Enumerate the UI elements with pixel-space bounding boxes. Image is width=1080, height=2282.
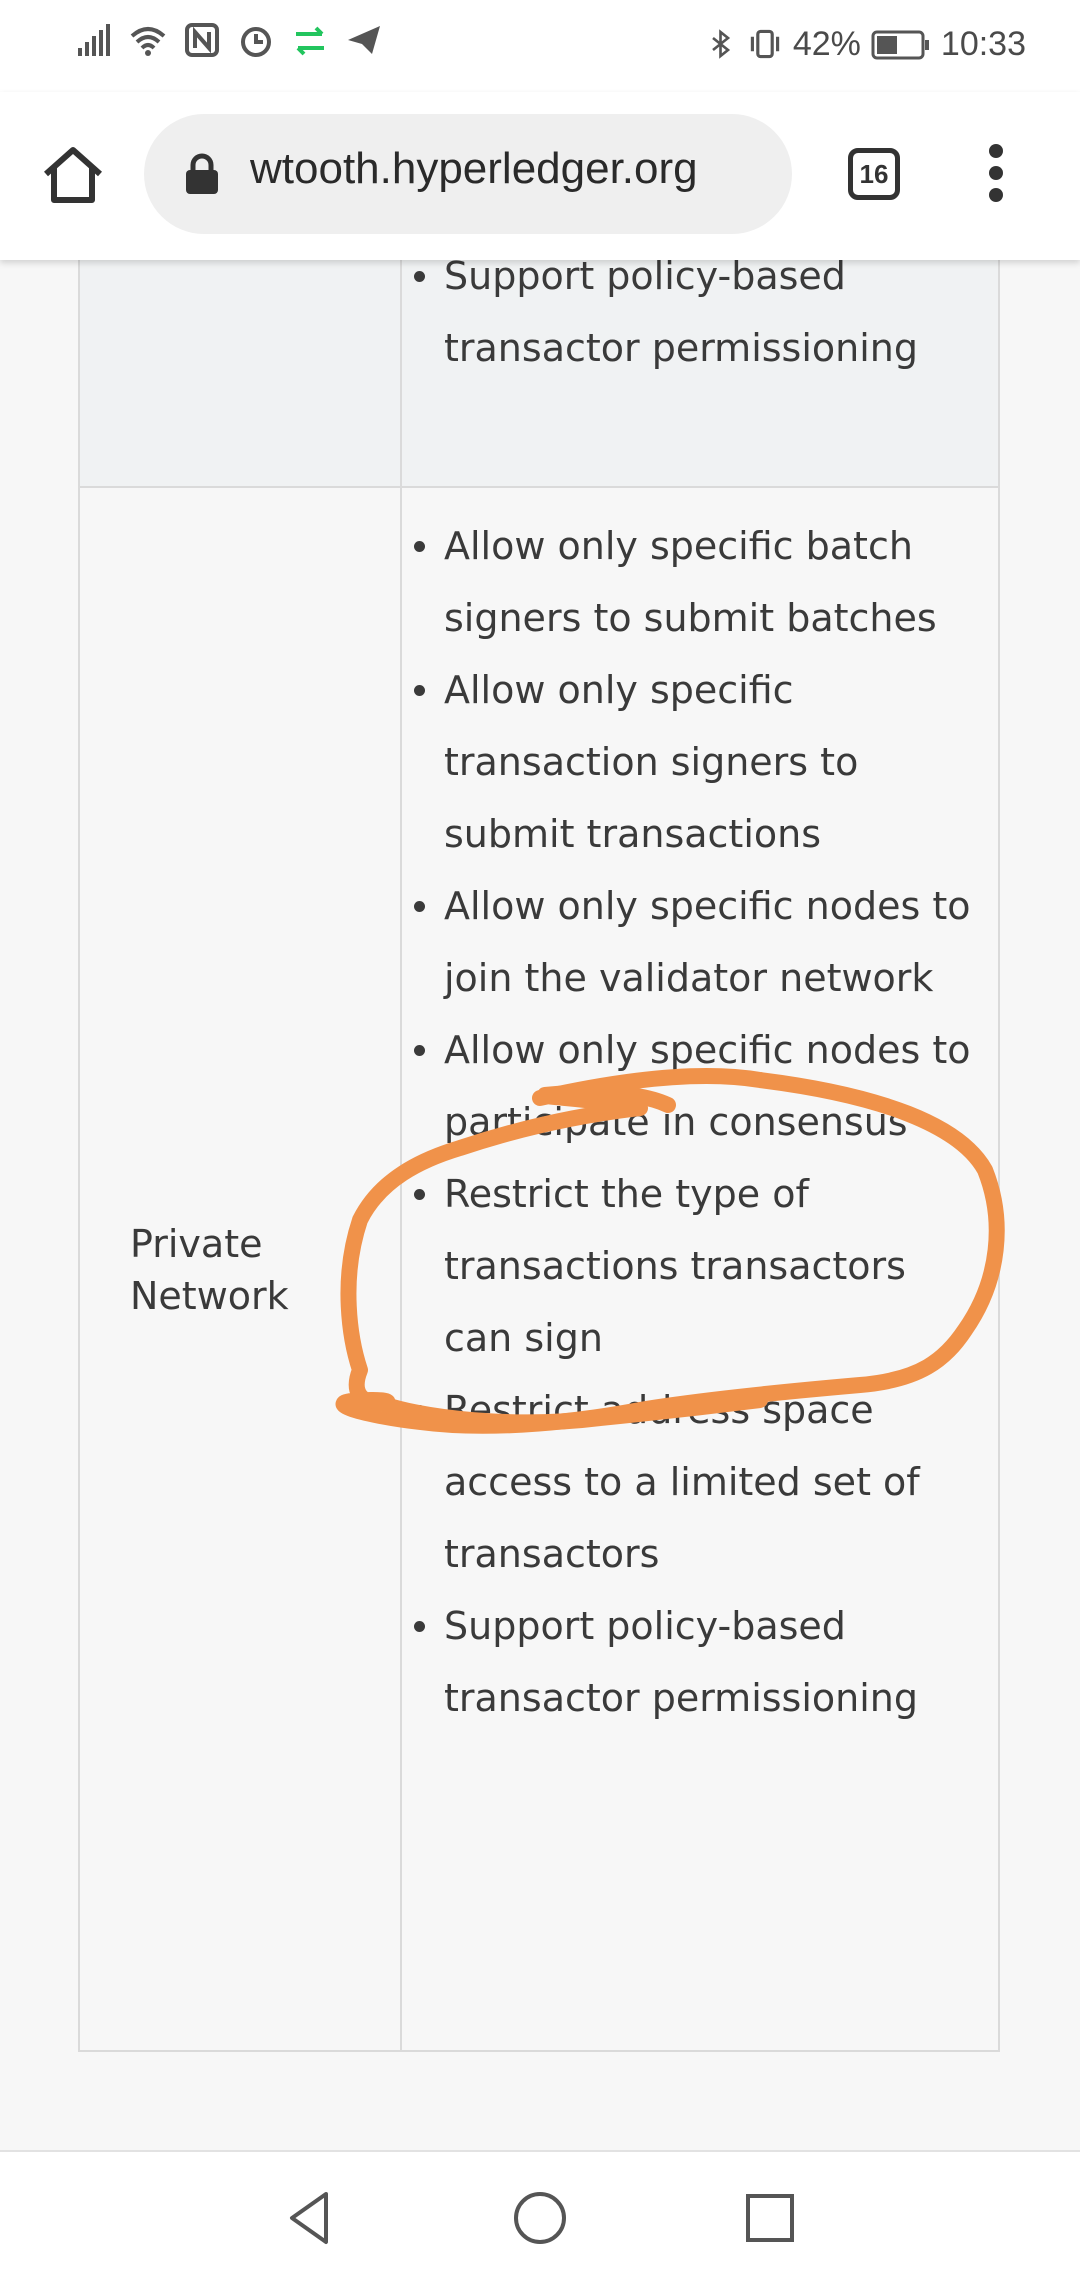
list-item: Restrict the type of transactions transa…: [414, 1158, 974, 1374]
recents-icon[interactable]: [738, 2186, 802, 2250]
signal-icon: [78, 24, 110, 56]
list-item: Allow only specific batch signers to sub…: [414, 510, 974, 654]
data-transfer-icon: [296, 26, 324, 56]
vibrate-icon: [750, 29, 780, 59]
page-content: Support policy-based transactor permissi…: [0, 260, 1080, 2150]
list-item: Support policy-based transactor permissi…: [414, 260, 964, 384]
list-item: Allow only specific nodes to join the va…: [414, 870, 974, 1014]
url-text[interactable]: wtooth.hyperledger.org: [250, 144, 772, 194]
menu-icon[interactable]: [978, 144, 1014, 208]
list-item: Allow only specific nodes to participate…: [414, 1014, 974, 1158]
alarm-icon: [241, 27, 271, 57]
bluetooth-icon: [712, 29, 730, 59]
list-item: Restrict address space access to a limit…: [414, 1374, 974, 1590]
lock-icon: [186, 153, 218, 194]
telegram-icon: [348, 26, 380, 54]
status-icons-left: [74, 20, 384, 60]
list-item: Support policy-based transactor permissi…: [414, 1590, 974, 1734]
back-icon[interactable]: [278, 2186, 342, 2250]
list-item: Allow only specific transaction signers …: [414, 654, 974, 870]
battery-icon: [871, 30, 929, 60]
nfc-icon: [185, 23, 219, 57]
browser-toolbar: wtooth.hyperledger.org 16: [0, 92, 1080, 260]
private-network-list: Allow only specific batch signers to sub…: [414, 510, 974, 1734]
clock: 10:33: [940, 24, 1026, 63]
row-label-private-network: Private Network: [130, 1222, 289, 1318]
home-nav-icon[interactable]: [508, 2186, 572, 2250]
wifi-icon: [130, 27, 166, 56]
status-icons-right: 42% 10:33: [707, 24, 1026, 64]
navigation-bar: [0, 2150, 1080, 2282]
battery-percent: 42%: [792, 24, 861, 63]
status-bar: 42% 10:33: [0, 0, 1080, 92]
address-bar[interactable]: wtooth.hyperledger.org: [144, 114, 792, 234]
home-icon[interactable]: [38, 140, 108, 210]
tabs-icon[interactable]: 16: [848, 148, 900, 200]
prev-row-list: Support policy-based transactor permissi…: [414, 260, 964, 384]
